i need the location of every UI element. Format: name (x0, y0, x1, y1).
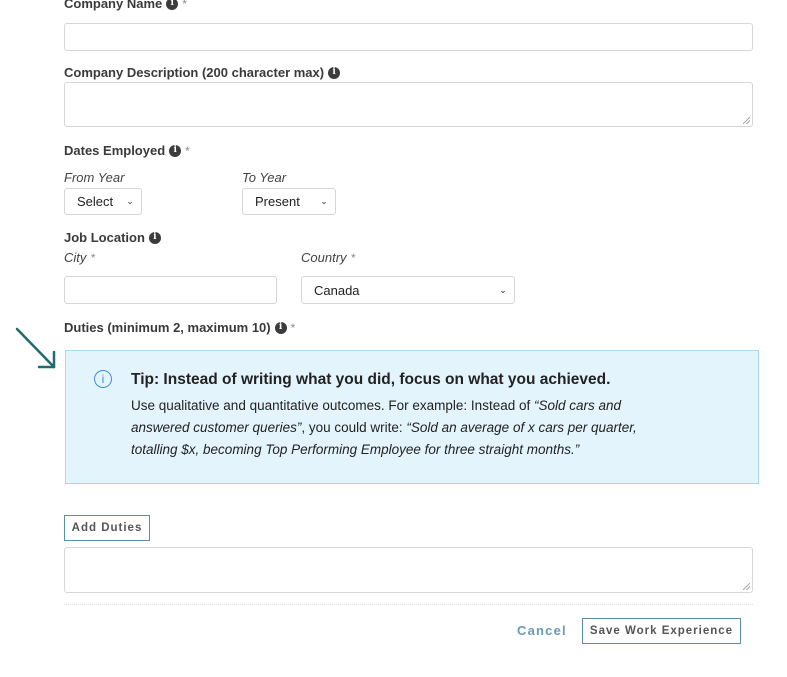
from-year-value: Select (77, 194, 114, 209)
chevron-down-icon: ⌄ (126, 196, 134, 206)
company-description-label-text: Company Description (200 character max) (64, 65, 325, 80)
info-icon[interactable]: i (274, 321, 287, 334)
company-description-label: Company Description (200 character max) … (64, 65, 341, 80)
required-asterisk: * (350, 250, 356, 265)
divider (64, 604, 753, 605)
required-asterisk: * (90, 250, 96, 265)
tip-quote: answered customer queries” (131, 420, 302, 435)
city-label: City * (64, 250, 95, 265)
required-asterisk: * (290, 320, 296, 335)
company-name-label-text: Company Name (64, 0, 163, 11)
to-year-label: To Year (242, 170, 287, 185)
to-year-select[interactable]: Present ⌄ (242, 188, 336, 215)
required-asterisk: * (185, 143, 190, 158)
tip-body: Use qualitative and quantitative outcome… (131, 395, 731, 461)
annotation-arrow-icon (15, 327, 56, 369)
country-select[interactable]: Canada ⌄ (301, 276, 515, 304)
resize-handle-icon[interactable] (743, 583, 750, 590)
save-work-experience-button[interactable]: Save Work Experience (582, 618, 741, 644)
job-location-label-text: Job Location (64, 230, 145, 245)
tip-callout: i Tip: Instead of writing what you did, … (65, 350, 759, 484)
info-icon[interactable]: i (328, 66, 341, 79)
tip-quote: “Sold cars and (533, 398, 622, 413)
info-circle-icon: i (94, 370, 112, 388)
add-duties-button[interactable]: Add Duties (64, 515, 150, 541)
resize-handle-icon[interactable] (743, 117, 750, 124)
country-label: Country * (301, 250, 355, 265)
info-icon[interactable]: i (148, 231, 161, 244)
info-icon[interactable]: i (169, 144, 182, 157)
cancel-button[interactable]: Cancel (517, 623, 567, 638)
company-description-textarea[interactable] (64, 82, 753, 127)
job-location-label: Job Location i (64, 230, 161, 245)
tip-quote: totalling $x, becoming Top Performing Em… (131, 442, 580, 457)
tip-body-text: Use qualitative and quantitative outcome… (131, 398, 534, 413)
duties-textarea[interactable] (64, 547, 753, 593)
city-input[interactable] (64, 276, 277, 304)
duties-label: Duties (minimum 2, maximum 10) i * (64, 320, 295, 335)
tip-title: Tip: Instead of writing what you did, fo… (131, 371, 611, 388)
required-asterisk: * (182, 0, 187, 11)
country-value: Canada (314, 282, 360, 298)
from-year-label: From Year (64, 170, 125, 185)
tip-body-text: , you could write: (301, 420, 407, 435)
dates-employed-label: Dates Employed i * (64, 143, 190, 158)
chevron-down-icon: ⌄ (499, 284, 507, 295)
city-label-text: City (64, 250, 87, 265)
dates-employed-label-text: Dates Employed (64, 143, 166, 158)
to-year-value: Present (255, 194, 300, 209)
company-name-label: Company Name i * (64, 0, 187, 11)
chevron-down-icon: ⌄ (320, 196, 328, 206)
info-icon[interactable]: i (166, 0, 179, 10)
duties-label-text: Duties (minimum 2, maximum 10) (64, 320, 271, 335)
tip-quote: “Sold an average of x cars per quarter, (406, 420, 637, 435)
country-label-text: Country (301, 250, 347, 265)
company-name-input[interactable] (64, 23, 753, 51)
from-year-select[interactable]: Select ⌄ (64, 188, 142, 215)
